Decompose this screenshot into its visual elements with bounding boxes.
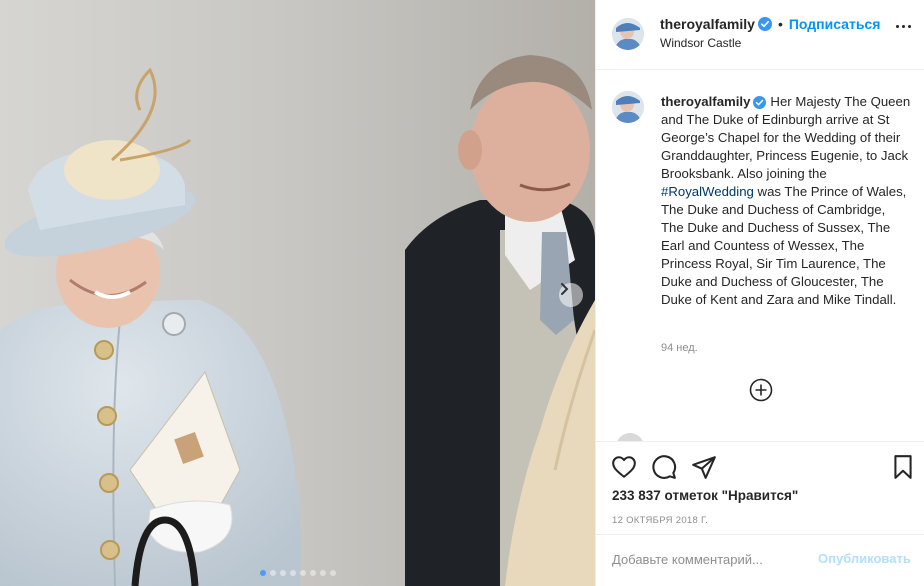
load-more-comments-button[interactable] — [749, 378, 773, 402]
chevron-right-icon — [561, 283, 569, 295]
post-photo[interactable] — [0, 0, 595, 586]
carousel-dot — [269, 570, 276, 576]
comment-icon[interactable] — [651, 454, 677, 480]
comment-form: Опубликовать — [596, 534, 924, 586]
publish-button[interactable]: Опубликовать — [818, 551, 911, 566]
carousel-dot — [279, 570, 286, 576]
photo-illustration — [0, 0, 595, 586]
verified-badge-icon — [753, 96, 767, 110]
next-slide-button[interactable] — [559, 283, 583, 307]
header-separator: • — [777, 16, 783, 32]
carousel-indicator — [0, 570, 595, 576]
comment-avatar[interactable] — [616, 433, 644, 441]
comments-area: theroyalfamily Her Majesty The Queen and … — [596, 71, 924, 441]
share-icon[interactable] — [691, 454, 717, 480]
carousel-dot — [329, 570, 336, 576]
header-user-line: theroyalfamily • Подписаться — [660, 16, 880, 32]
avatar-image — [612, 18, 644, 50]
heart-icon[interactable] — [611, 454, 637, 480]
bookmark-icon[interactable] — [890, 454, 916, 480]
post-actions: 233 837 отметок "Нравится" 12 ОКТЯБРЯ 20… — [596, 441, 924, 586]
avatar[interactable] — [612, 18, 644, 50]
caption-text-continued: was The Prince of Wales, The Duke and Du… — [661, 184, 907, 307]
post-side-panel: theroyalfamily • Подписаться Windsor Cas… — [595, 0, 924, 586]
carousel-dot — [309, 570, 316, 576]
location-link[interactable]: Windsor Castle — [660, 36, 741, 50]
caption-age: 94 нед. — [661, 342, 698, 354]
caption-avatar[interactable] — [612, 91, 644, 123]
post-caption: theroyalfamily Her Majesty The Queen and … — [661, 93, 911, 309]
plus-circle-icon — [749, 378, 773, 402]
post-header: theroyalfamily • Подписаться Windsor Cas… — [596, 0, 924, 70]
likes-count[interactable]: 233 837 отметок "Нравится" — [612, 488, 798, 503]
follow-button[interactable]: Подписаться — [789, 16, 881, 32]
caption-username[interactable]: theroyalfamily — [661, 94, 750, 109]
avatar-image — [612, 91, 644, 123]
post-date[interactable]: 12 ОКТЯБРЯ 2018 Г. — [612, 515, 708, 526]
hashtag-link[interactable]: #RoyalWedding — [661, 184, 754, 199]
more-options-icon[interactable] — [896, 25, 911, 28]
carousel-dot — [259, 570, 266, 576]
comment-input[interactable] — [612, 549, 802, 569]
verified-badge-icon — [757, 17, 772, 31]
header-username[interactable]: theroyalfamily — [660, 16, 755, 32]
carousel-dot — [299, 570, 306, 576]
carousel-dot — [289, 570, 296, 576]
carousel-dot — [319, 570, 326, 576]
